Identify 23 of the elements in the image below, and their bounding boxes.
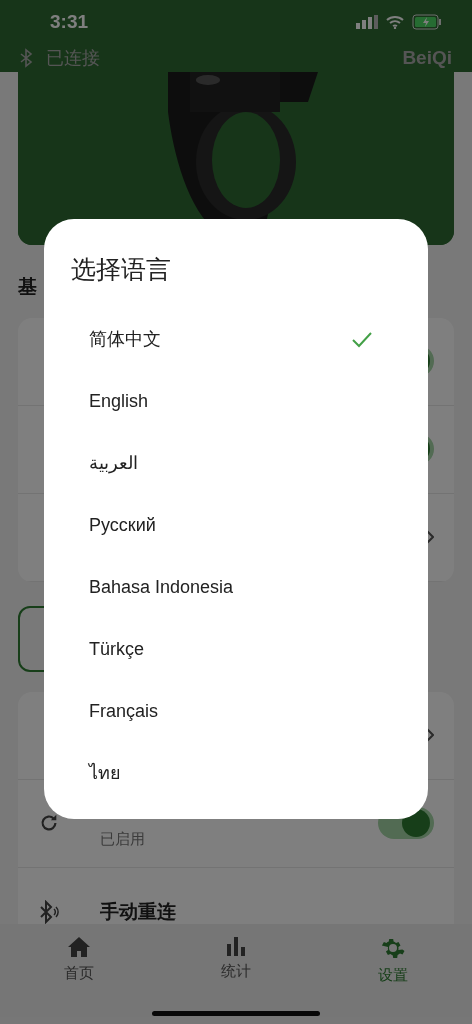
language-option[interactable]: ไทย — [89, 760, 121, 787]
row-subtitle: 已启用 — [100, 828, 146, 849]
status-time: 3:31 — [50, 9, 89, 34]
bluetooth-icon — [38, 900, 60, 924]
language-option[interactable]: Français — [89, 698, 159, 725]
language-option[interactable]: Bahasa Indonesia — [89, 574, 234, 601]
language-option[interactable]: العربية — [89, 450, 138, 477]
signal-icon — [356, 15, 378, 29]
battery-icon — [412, 14, 442, 30]
language-option[interactable]: 简体中文 — [89, 326, 161, 353]
bar-chart-icon — [226, 936, 246, 956]
section-title: 基 — [18, 276, 37, 297]
bluetooth-icon — [20, 48, 34, 68]
row-title: 手动重连 — [100, 899, 177, 924]
settings-icon — [381, 936, 406, 960]
wifi-icon — [386, 15, 404, 29]
language-option[interactable]: Русский — [89, 512, 156, 539]
brand-name: BeiQi — [402, 45, 452, 70]
language-option[interactable]: English — [89, 388, 149, 415]
connection-status: 已连接 — [46, 46, 100, 70]
dialog-title: 选择语言 — [70, 254, 172, 285]
language-option[interactable]: Türkçe — [89, 636, 144, 663]
home-icon — [66, 936, 91, 958]
